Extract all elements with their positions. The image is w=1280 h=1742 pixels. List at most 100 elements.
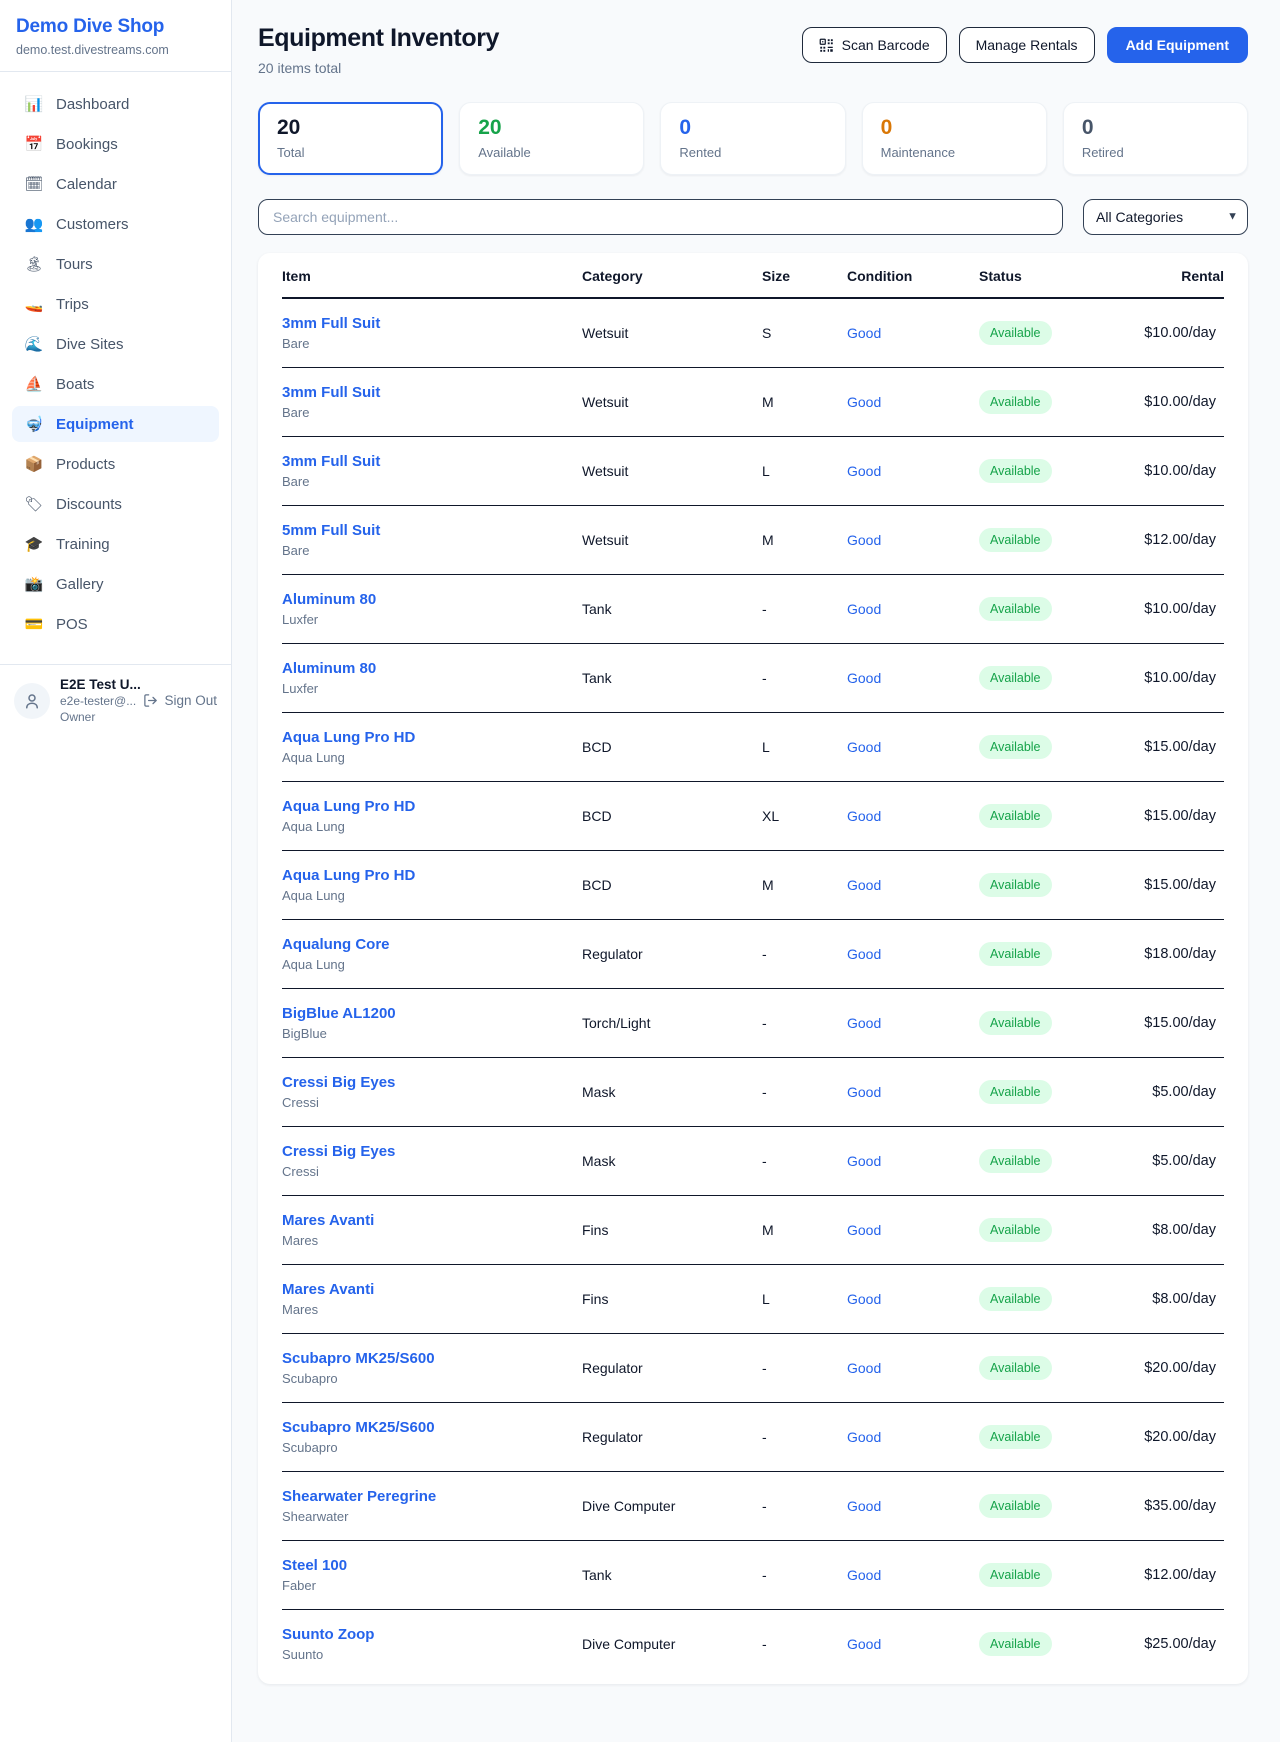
item-status-cell: Available	[979, 1609, 1109, 1678]
sidebar-item-bookings[interactable]: 📅 Bookings	[12, 126, 219, 162]
item-condition-link[interactable]: Good	[847, 1015, 881, 1031]
table-row: Cressi Big Eyes Cressi Mask - Good Avail…	[282, 1126, 1224, 1195]
item-name-link[interactable]: Shearwater Peregrine	[282, 1488, 574, 1505]
item-condition-link[interactable]: Good	[847, 394, 881, 410]
item-size: -	[762, 643, 847, 712]
item-name-link[interactable]: Aluminum 80	[282, 660, 574, 677]
stat-card-available[interactable]: 20 Available	[459, 102, 644, 175]
item-name-link[interactable]: Mares Avanti	[282, 1212, 574, 1229]
item-name-link[interactable]: 3mm Full Suit	[282, 315, 574, 332]
page-header: Equipment Inventory 20 items total Scan …	[258, 24, 1248, 76]
status-badge: Available	[979, 1632, 1052, 1656]
item-name-link[interactable]: Aluminum 80	[282, 591, 574, 608]
item-name-link[interactable]: Mares Avanti	[282, 1281, 574, 1298]
sidebar-item-trips[interactable]: 🚤 Trips	[12, 286, 219, 322]
item-brand: Cressi	[282, 1164, 574, 1179]
item-name-link[interactable]: Aqua Lung Pro HD	[282, 798, 574, 815]
sidebar-item-discounts[interactable]: 🏷 Discounts	[12, 486, 219, 522]
item-condition-link[interactable]: Good	[847, 877, 881, 893]
item-condition-link[interactable]: Good	[847, 946, 881, 962]
item-condition-link[interactable]: Good	[847, 808, 881, 824]
item-condition-cell: Good	[847, 298, 979, 367]
item-condition-link[interactable]: Good	[847, 1084, 881, 1100]
add-equipment-button[interactable]: Add Equipment	[1107, 27, 1248, 63]
item-name-link[interactable]: Scubapro MK25/S600	[282, 1419, 574, 1436]
item-status-cell: Available	[979, 298, 1109, 367]
sign-out-icon	[143, 693, 158, 708]
item-condition-cell: Good	[847, 1195, 979, 1264]
item-name-link[interactable]: BigBlue AL1200	[282, 1005, 574, 1022]
item-status-cell: Available	[979, 505, 1109, 574]
item-condition-link[interactable]: Good	[847, 1429, 881, 1445]
status-badge: Available	[979, 1218, 1052, 1242]
item-condition-link[interactable]: Good	[847, 1360, 881, 1376]
item-condition-link[interactable]: Good	[847, 1567, 881, 1583]
item-name-link[interactable]: 3mm Full Suit	[282, 453, 574, 470]
sidebar-item-customers[interactable]: 👥 Customers	[12, 206, 219, 242]
item-condition-link[interactable]: Good	[847, 1498, 881, 1514]
manage-rentals-button[interactable]: Manage Rentals	[959, 27, 1095, 63]
item-status-cell: Available	[979, 1333, 1109, 1402]
sidebar-item-calendar[interactable]: 🗓 Calendar	[12, 166, 219, 202]
item-brand: Bare	[282, 405, 574, 420]
sidebar-item-pos[interactable]: 💳 POS	[12, 606, 219, 642]
item-category: Fins	[582, 1264, 762, 1333]
item-condition-link[interactable]: Good	[847, 601, 881, 617]
item-rental: $18.00/day	[1109, 919, 1224, 988]
brand-name[interactable]: Demo Dive Shop	[16, 16, 215, 38]
stat-card-retired[interactable]: 0 Retired	[1063, 102, 1248, 175]
item-name-link[interactable]: Steel 100	[282, 1557, 574, 1574]
sidebar-item-boats[interactable]: ⛵ Boats	[12, 366, 219, 402]
sidebar-item-training[interactable]: 🎓 Training	[12, 526, 219, 562]
stat-card-maintenance[interactable]: 0 Maintenance	[862, 102, 1047, 175]
item-status-cell: Available	[979, 1264, 1109, 1333]
item-name-link[interactable]: Suunto Zoop	[282, 1626, 574, 1643]
item-condition-link[interactable]: Good	[847, 739, 881, 755]
sidebar-item-products[interactable]: 📦 Products	[12, 446, 219, 482]
stat-card-total[interactable]: 20 Total	[258, 102, 443, 175]
sidebar-item-equipment[interactable]: 🤿 Equipment	[12, 406, 219, 442]
item-name-link[interactable]: Cressi Big Eyes	[282, 1143, 574, 1160]
item-size: XL	[762, 781, 847, 850]
item-size: L	[762, 436, 847, 505]
sidebar-item-dashboard[interactable]: 📊 Dashboard	[12, 86, 219, 122]
item-condition-cell: Good	[847, 781, 979, 850]
item-condition-link[interactable]: Good	[847, 1291, 881, 1307]
item-name-link[interactable]: Cressi Big Eyes	[282, 1074, 574, 1091]
sign-out-button[interactable]: Sign Out	[143, 693, 217, 708]
stat-card-rented[interactable]: 0 Rented	[660, 102, 845, 175]
item-cell: Aqua Lung Pro HD Aqua Lung	[282, 781, 582, 850]
user-meta: E2E Test U... e2e-tester@... Owner	[60, 677, 133, 724]
category-filter-wrap: All Categories ▼	[1083, 199, 1248, 235]
sidebar-item-dive-sites[interactable]: 🌊 Dive Sites	[12, 326, 219, 362]
item-condition-link[interactable]: Good	[847, 1222, 881, 1238]
category-filter-select[interactable]: All Categories	[1083, 199, 1248, 235]
scan-barcode-button[interactable]: Scan Barcode	[802, 27, 947, 63]
item-brand: Scubapro	[282, 1440, 574, 1455]
status-badge: Available	[979, 1011, 1052, 1035]
table-row: Aluminum 80 Luxfer Tank - Good Available…	[282, 643, 1224, 712]
item-status-cell: Available	[979, 367, 1109, 436]
stat-label: Maintenance	[881, 145, 1028, 160]
item-name-link[interactable]: 3mm Full Suit	[282, 384, 574, 401]
item-condition-link[interactable]: Good	[847, 463, 881, 479]
search-input[interactable]	[258, 199, 1063, 235]
item-size: M	[762, 367, 847, 436]
item-category: Torch/Light	[582, 988, 762, 1057]
sidebar-item-gallery[interactable]: 📸 Gallery	[12, 566, 219, 602]
sidebar-item-tours[interactable]: 🏝 Tours	[12, 246, 219, 282]
stat-value: 20	[478, 116, 625, 140]
item-condition-link[interactable]: Good	[847, 1153, 881, 1169]
item-name-link[interactable]: Aqua Lung Pro HD	[282, 867, 574, 884]
item-name-link[interactable]: 5mm Full Suit	[282, 522, 574, 539]
item-condition-link[interactable]: Good	[847, 670, 881, 686]
item-condition-link[interactable]: Good	[847, 532, 881, 548]
item-cell: Aqualung Core Aqua Lung	[282, 919, 582, 988]
item-rental: $20.00/day	[1109, 1402, 1224, 1471]
item-condition-link[interactable]: Good	[847, 325, 881, 341]
item-brand: Luxfer	[282, 681, 574, 696]
item-name-link[interactable]: Scubapro MK25/S600	[282, 1350, 574, 1367]
item-name-link[interactable]: Aqualung Core	[282, 936, 574, 953]
item-name-link[interactable]: Aqua Lung Pro HD	[282, 729, 574, 746]
item-condition-link[interactable]: Good	[847, 1636, 881, 1652]
